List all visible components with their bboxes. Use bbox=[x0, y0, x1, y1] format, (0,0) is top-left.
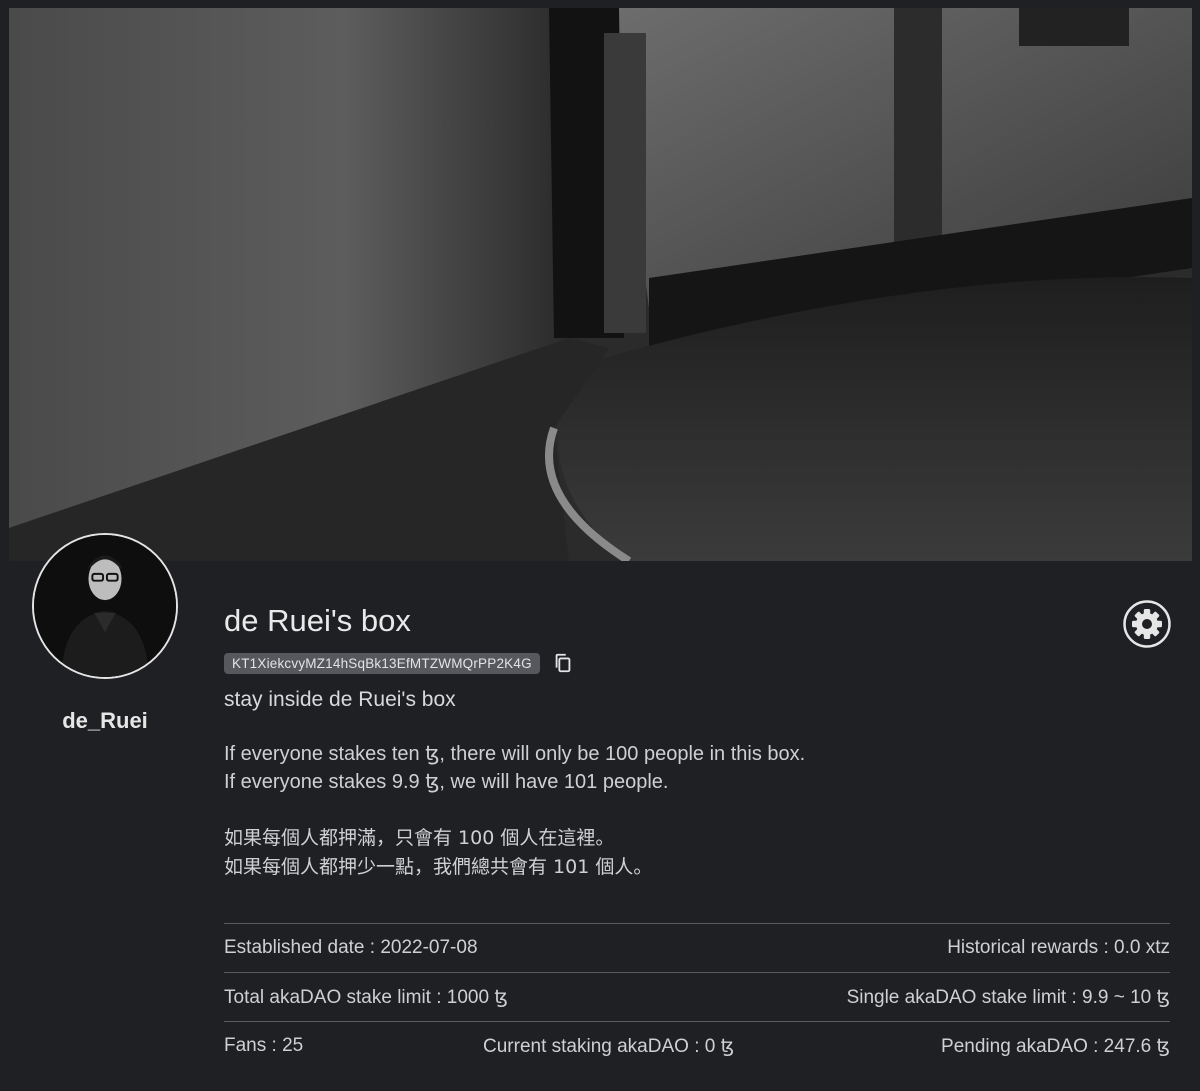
pending-akadao: Pending akaDAO : 247.6 ꜩ bbox=[941, 1035, 1170, 1057]
description-en: If everyone stakes ten ꜩ, there will onl… bbox=[224, 740, 1124, 796]
address-row: KT1XiekcvyMZ14hSqBk13EfMTZWMQrPP2K4G bbox=[224, 652, 574, 674]
description-en-line: If everyone stakes ten ꜩ, there will onl… bbox=[224, 743, 806, 765]
description-zh: 如果每個人都押滿，只會有 100 個人在這裡。 如果每個人都押少一點，我們總共會… bbox=[224, 824, 1124, 882]
total-stake-limit: Total akaDAO stake limit : 1000 ꜩ bbox=[224, 986, 508, 1008]
avatar[interactable] bbox=[32, 533, 178, 679]
fans-count: Fans : 25 bbox=[224, 1035, 304, 1056]
owner-username[interactable]: de_Ruei bbox=[0, 708, 210, 734]
description-zh-line: 如果每個人都押滿，只會有 100 個人在這裡。 bbox=[224, 827, 615, 849]
box-stats: Established date : 2022-07-08 Historical… bbox=[224, 923, 1170, 1070]
settings-button[interactable] bbox=[1123, 600, 1171, 648]
historical-rewards: Historical rewards : 0.0 xtz bbox=[947, 937, 1170, 958]
box-subtitle: stay inside de Ruei's box bbox=[224, 688, 456, 711]
stats-row: Established date : 2022-07-08 Historical… bbox=[224, 923, 1170, 972]
copy-icon[interactable] bbox=[552, 652, 574, 674]
description-en-line: If everyone stakes 9.9 ꜩ, we will have 1… bbox=[224, 771, 669, 793]
single-stake-limit: Single akaDAO stake limit : 9.9 ~ 10 ꜩ bbox=[846, 986, 1170, 1008]
box-title: de Ruei's box bbox=[224, 603, 411, 638]
current-staking: Current staking akaDAO : 0 ꜩ bbox=[483, 1035, 735, 1057]
banner-image bbox=[9, 8, 1192, 561]
gear-icon bbox=[1123, 600, 1171, 648]
contract-address[interactable]: KT1XiekcvyMZ14hSqBk13EfMTZWMQrPP2K4G bbox=[224, 652, 540, 674]
description-zh-line: 如果每個人都押少一點，我們總共會有 101 個人。 bbox=[224, 856, 653, 878]
stats-row: Fans : 25 Current staking akaDAO : 0 ꜩ P… bbox=[224, 1021, 1170, 1070]
stats-row: Total akaDAO stake limit : 1000 ꜩ Single… bbox=[224, 972, 1170, 1021]
established-date: Established date : 2022-07-08 bbox=[224, 937, 478, 958]
